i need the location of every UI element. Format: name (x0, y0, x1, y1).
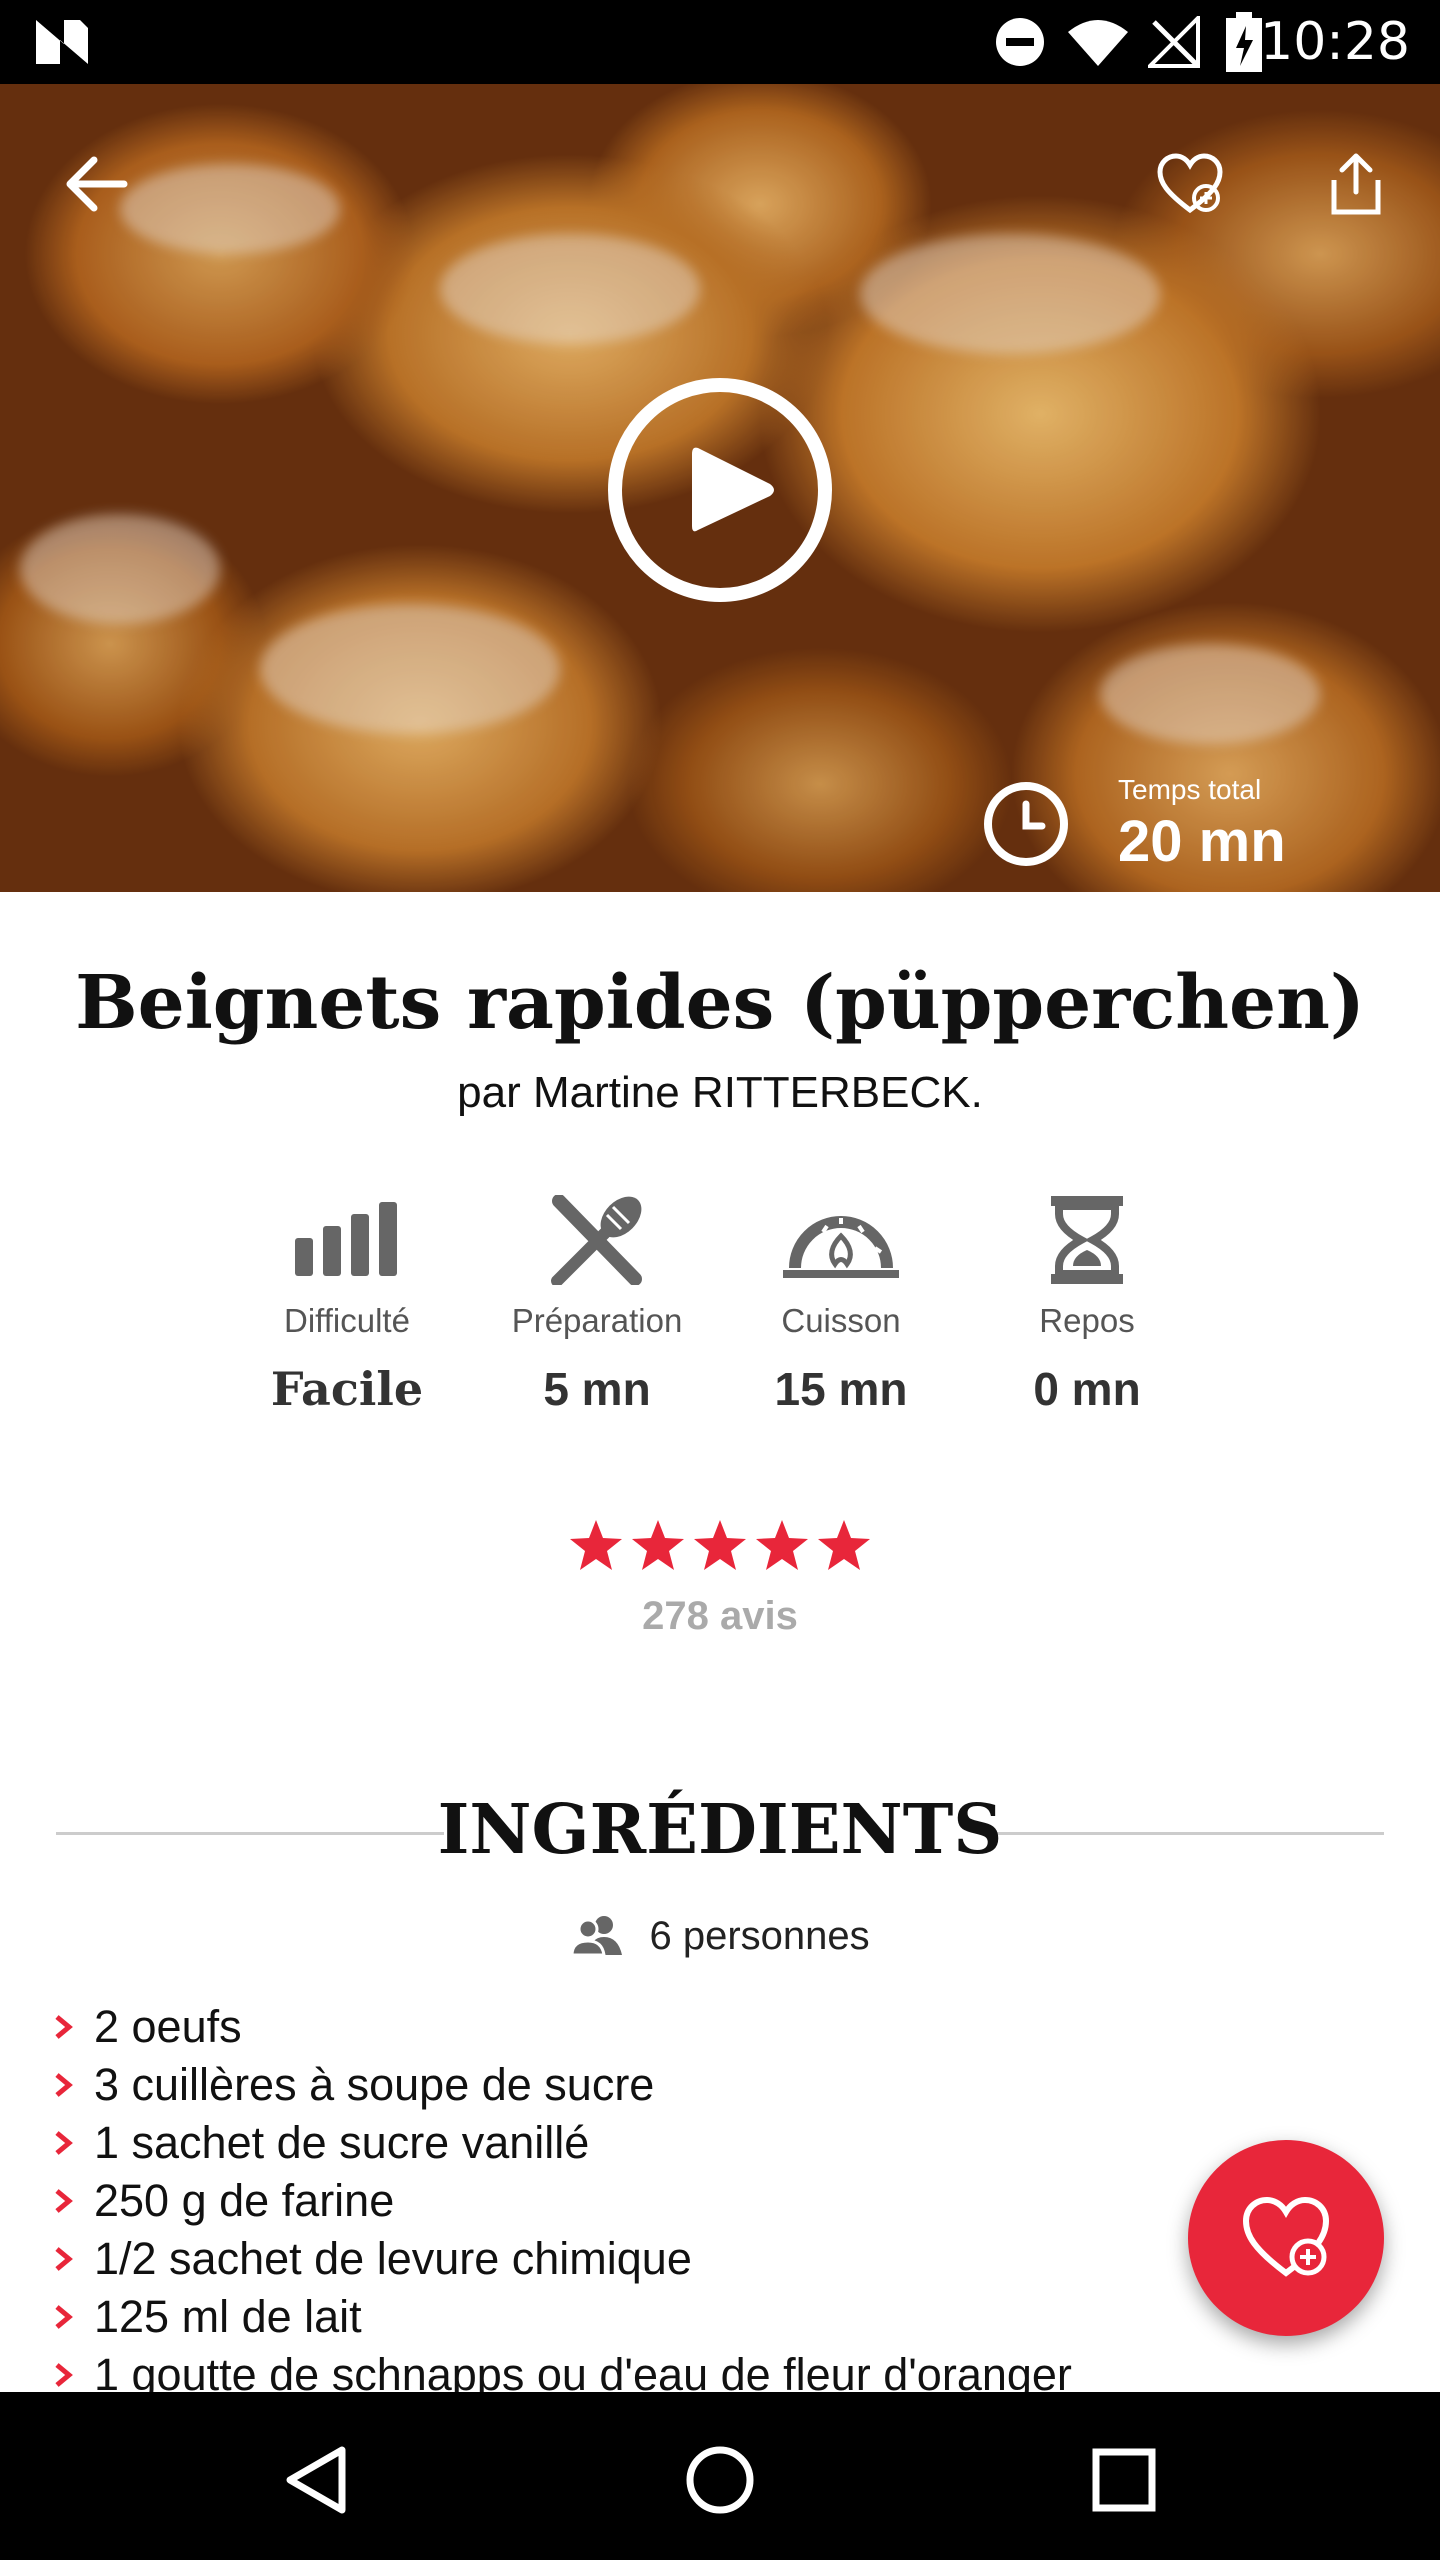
star-icon (818, 1520, 870, 1570)
heart-add-icon (1242, 2196, 1330, 2277)
play-video-button[interactable] (608, 378, 832, 602)
star-icon (570, 1520, 622, 1570)
ingredient-text: 250 g de farine (94, 2175, 395, 2226)
chevron-right-icon (54, 2129, 94, 2157)
recipe-hero-image[interactable]: Temps total 20 mn (0, 84, 1440, 892)
heart-add-icon (1157, 153, 1223, 214)
status-time: 10:28 (1260, 12, 1410, 72)
recipe-author: par Martine RITTERBECK. (457, 1068, 983, 1117)
star-icon (756, 1520, 808, 1570)
ingredient-text: 1/2 sachet de levure chimique (94, 2233, 692, 2284)
favorite-button[interactable] (1150, 144, 1230, 224)
stat-label: Difficulté (284, 1302, 410, 1339)
square-recents-icon (1092, 2448, 1156, 2512)
no-signal-icon (1145, 13, 1200, 73)
wifi-icon (1066, 16, 1130, 73)
total-time: Temps total 20 mn (984, 774, 1404, 892)
ingredient-text: 3 cuillères à soupe de sucre (94, 2059, 655, 2110)
stat-label: Cuisson (781, 1302, 901, 1339)
stat-difficulty: Difficulté Facile (232, 1190, 462, 1416)
total-time-label: Temps total (1118, 774, 1262, 805)
back-arrow-icon (66, 156, 128, 212)
battery-charging-icon (1226, 12, 1262, 77)
persons-icon (570, 1916, 623, 1957)
ingredients-title: INGRÉDIENTS (437, 1790, 1003, 1870)
star-icon (632, 1520, 684, 1570)
clock-icon (984, 782, 1068, 866)
nav-recents-button[interactable] (1074, 2430, 1174, 2530)
ingredient-item: 2 oeufs (54, 1998, 1394, 2056)
chevron-right-icon (54, 2071, 94, 2099)
ingredient-text: 2 oeufs (94, 2001, 242, 2052)
stat-preparation: Préparation 5 mn (482, 1190, 712, 1416)
notification-n-icon (34, 18, 90, 71)
stat-value: 5 mn (543, 1363, 651, 1415)
chevron-right-icon (54, 2187, 94, 2215)
stat-value: 0 mn (1033, 1363, 1141, 1415)
stat-cooking: Cuisson 15 mn (726, 1190, 956, 1416)
stat-value: 15 mn (774, 1363, 908, 1415)
recipe-title: Beignets rapides (püpperchen) (75, 960, 1365, 1046)
rating-stars[interactable] (568, 1518, 872, 1582)
ingredient-item: 3 cuillères à soupe de sucre (54, 2056, 1394, 2114)
ingredient-text: 1 sachet de sucre vanillé (94, 2117, 590, 2168)
share-button[interactable] (1316, 144, 1396, 224)
chevron-right-icon (54, 2245, 94, 2273)
oven-gauge-icon (726, 1190, 956, 1290)
status-bar: 10:28 (0, 0, 1440, 84)
chevron-right-icon (54, 2013, 94, 2041)
ingredient-text: 125 ml de lait (94, 2291, 362, 2342)
stat-value: Facile (270, 1362, 424, 1416)
reviews-count[interactable]: 278 avis (0, 1594, 1440, 1639)
ingredients-list: 2 oeufs 3 cuillères à soupe de sucre 1 s… (54, 1998, 1394, 2404)
servings-count: 6 personnes (649, 1913, 870, 1958)
difficulty-bars-icon (232, 1190, 462, 1290)
chevron-right-icon (54, 2361, 94, 2389)
ingredient-item: 1 sachet de sucre vanillé (54, 2114, 1394, 2172)
chevron-right-icon (54, 2303, 94, 2331)
nav-back-button[interactable] (266, 2430, 366, 2530)
recipe-stats: Difficulté Facile Préparation 5 mn Cuiss… (232, 1190, 1212, 1430)
play-icon (692, 447, 774, 532)
circle-home-icon (686, 2446, 754, 2514)
back-button[interactable] (56, 144, 136, 224)
servings-selector[interactable]: 6 personnes (0, 1912, 1440, 1959)
triangle-back-icon (286, 2446, 346, 2514)
stat-rest: Repos 0 mn (972, 1190, 1202, 1416)
share-icon (1331, 153, 1381, 215)
add-favorite-fab[interactable] (1188, 2140, 1384, 2336)
ingredient-item: 125 ml de lait (54, 2288, 1394, 2346)
stat-label: Préparation (511, 1302, 683, 1339)
stat-label: Repos (1039, 1302, 1135, 1339)
hourglass-icon (972, 1190, 1202, 1290)
star-icon (694, 1520, 746, 1570)
ingredients-header: INGRÉDIENTS (56, 1790, 1384, 1880)
whisk-spatula-icon (482, 1190, 712, 1290)
system-nav-bar (0, 2392, 1440, 2560)
total-time-value: 20 mn (1118, 809, 1286, 874)
do-not-disturb-icon (994, 16, 1046, 73)
nav-home-button[interactable] (670, 2430, 770, 2530)
